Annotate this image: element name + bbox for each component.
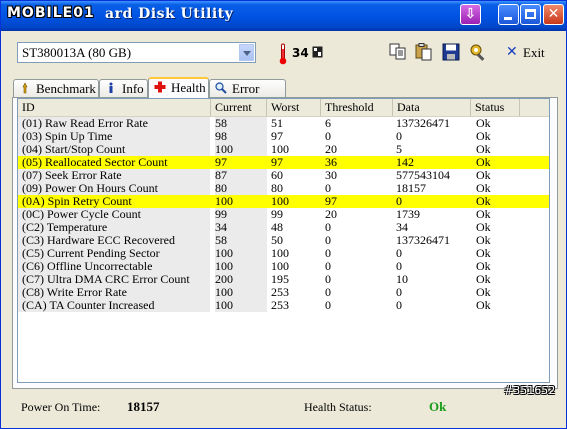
drive-select-value: ST380013A (80 GB) [22, 45, 132, 60]
magnifier-icon [215, 82, 227, 94]
smart-attributes-list[interactable]: ID Current Worst Threshold Data Status (… [17, 98, 550, 383]
watermark: #351652 [504, 384, 556, 397]
cell-status: Ok [476, 298, 491, 312]
health-status-value: Ok [429, 399, 447, 414]
save-icon[interactable] [442, 43, 460, 61]
health-status-label: Health Status: [304, 400, 372, 414]
health-panel: ID Current Worst Threshold Data Status (… [12, 97, 558, 389]
cell-data: 0 [396, 298, 402, 312]
tab-label: Info [122, 81, 144, 96]
exit-label: Exit [523, 45, 545, 60]
copy-icon[interactable] [389, 43, 407, 61]
cell-current: 100 [215, 299, 267, 312]
thermometer-icon [279, 43, 287, 65]
paste-icon[interactable] [415, 43, 433, 61]
col-header-status[interactable]: Status [471, 99, 520, 116]
tab-health[interactable]: Health [148, 77, 209, 98]
cell-worst: 253 [271, 298, 289, 312]
maximize-icon [525, 9, 536, 19]
close-icon: ✕ [547, 6, 560, 22]
tab-error-scan[interactable]: Error Scan [209, 79, 286, 112]
temperature-value: 34 [292, 46, 309, 60]
client-area: ST380013A (80 GB) 34 ✕ Exit Benchmark In… [1, 31, 566, 428]
tab-label: Benchmark [36, 81, 96, 96]
health-cross-icon [154, 81, 166, 93]
table-row[interactable]: (CA) TA Counter Increased 100 253 0 0 Ok [18, 299, 549, 312]
close-button[interactable]: ✕ [543, 4, 564, 25]
drive-select[interactable]: ST380013A (80 GB) [17, 42, 256, 63]
window-title: ard Disk Utility [105, 6, 234, 22]
chevron-down-icon[interactable] [239, 44, 254, 61]
list-header: ID Current Worst Threshold Data Status [18, 99, 549, 117]
info-icon [109, 82, 113, 93]
minimize-icon [504, 17, 512, 20]
minimize-button[interactable] [498, 4, 519, 25]
mobile01-logo: MOBILE01 [7, 5, 95, 21]
power-on-label: Power On Time: [21, 400, 101, 414]
col-header-data[interactable]: Data [393, 99, 471, 116]
tab-benchmark[interactable]: Benchmark [13, 79, 99, 97]
col-header-threshold[interactable]: Threshold [321, 99, 393, 116]
exit-button[interactable]: ✕ Exit [506, 43, 548, 63]
tab-label: Health [171, 80, 206, 95]
col-header-id[interactable]: ID [18, 99, 211, 116]
title-bar[interactable]: MOBILE01 ard Disk Utility ⇩ ✕ [1, 1, 566, 31]
settings-tools-icon[interactable] [469, 43, 487, 61]
cell-threshold: 0 [325, 298, 331, 312]
cell-id: (CA) TA Counter Increased [18, 299, 210, 312]
download-arrow-button[interactable]: ⇩ [460, 4, 481, 25]
col-header-current[interactable]: Current [211, 99, 267, 116]
status-footer: Power On Time: 18157 Health Status: Ok [1, 387, 566, 428]
power-on-value: 18157 [127, 399, 160, 414]
col-header-worst[interactable]: Worst [267, 99, 321, 116]
cell-data: 137326471 [396, 233, 450, 247]
app-window: MOBILE01 ard Disk Utility ⇩ ✕ ST380013A … [0, 0, 567, 429]
tab-info[interactable]: Info [99, 79, 148, 97]
exit-icon: ✕ [506, 44, 518, 60]
cell-data: 137326471 [396, 116, 450, 130]
celsius-disk-icon [312, 46, 323, 58]
benchmark-icon [22, 82, 28, 94]
maximize-button[interactable] [520, 4, 541, 25]
